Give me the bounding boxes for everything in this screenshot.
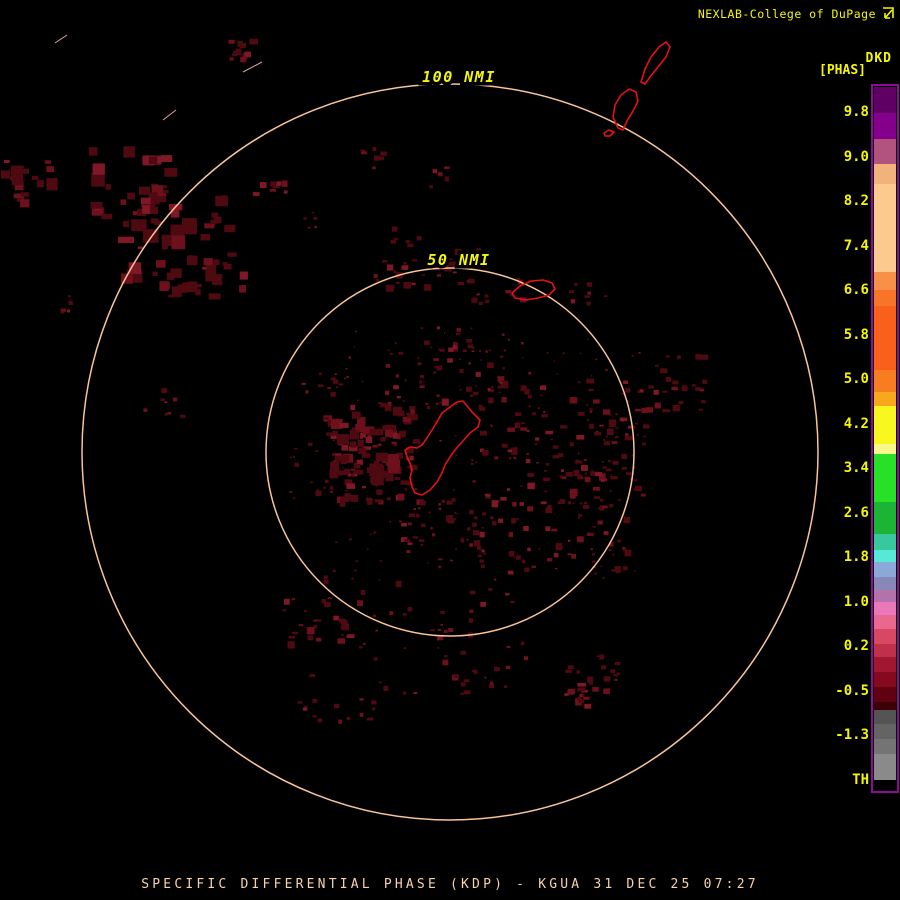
colorbar-tick: 2.6	[843, 504, 869, 521]
colorbar-segment	[874, 306, 896, 370]
colorbar-segment	[874, 602, 896, 615]
colorbar-segment	[874, 502, 896, 534]
colorbar-tick: 4.2	[843, 415, 869, 432]
range-ring	[81, 83, 819, 821]
colorbar-segment	[874, 164, 896, 184]
colorbar-segment	[874, 272, 896, 290]
colorbar-segment	[874, 290, 896, 306]
colorbar-segment	[874, 754, 896, 780]
colorbar-segment	[874, 739, 896, 754]
colorbar-segment	[874, 590, 896, 602]
colorbar-segment	[874, 724, 896, 739]
colorbar-segment	[874, 780, 896, 790]
colorbar-tick: 6.6	[843, 282, 869, 298]
colorbar-tick: 0.2	[843, 638, 869, 654]
colorbar-segments	[874, 87, 896, 790]
colorbar-segment	[874, 577, 896, 590]
colorbar-tick: 1.8	[843, 549, 869, 565]
site-title: NEXLAB-College of DuPage	[697, 7, 876, 21]
radar-screen: 100 NMI 50 NMI NEXLAB-College of DuPage D…	[0, 0, 900, 900]
colorbar-segment	[874, 454, 896, 502]
colorbar-tick: 9.8	[843, 104, 869, 120]
colorbar-segment	[874, 550, 896, 562]
colorbar	[871, 84, 899, 793]
island-outline-tinian	[612, 88, 639, 131]
radar-map: 100 NMI 50 NMI	[0, 34, 819, 821]
range-rings	[81, 83, 819, 821]
radar-echoes	[0, 38, 709, 724]
colorbar-tick: 8.2	[843, 193, 869, 209]
colorbar-segment	[874, 629, 896, 644]
island-outline-saipan	[640, 41, 671, 85]
colorbar-segment	[874, 702, 896, 710]
colorbar-segment	[874, 113, 896, 139]
colorbar-tick: TH	[852, 771, 869, 788]
product-caption: SPECIFIC DIFFERENTIAL PHASE (KDP) - KGUA…	[141, 877, 759, 892]
colorbar-segment	[874, 184, 896, 272]
island-outline-aguijan	[603, 129, 615, 137]
colorbar-segment	[874, 534, 896, 550]
colorbar-tick: 1.0	[843, 593, 869, 610]
colorbar-tick: -1.3	[835, 727, 869, 743]
colorbar-segment	[874, 615, 896, 629]
colorbar-segment	[874, 87, 896, 113]
colorbar-segment	[874, 370, 896, 392]
colorbar-segment	[874, 392, 896, 406]
colorbar-segment	[874, 657, 896, 672]
colorbar-tick: 9.0	[843, 148, 869, 165]
colorbar-tick: -0.5	[835, 682, 869, 699]
colorbar-segment	[874, 687, 896, 702]
range-ring-label: 100 NMI	[422, 68, 496, 86]
units-label: [PHAS]	[819, 63, 866, 78]
range-ring	[265, 267, 635, 637]
colorbar-segment	[874, 139, 896, 164]
site-header: NEXLAB-College of DuPage	[698, 6, 896, 22]
colorbar-tick: 5.0	[843, 371, 869, 387]
colorbar-segment	[874, 444, 896, 454]
cod-arrow-box-icon	[883, 7, 894, 19]
colorbar-tick: 7.4	[843, 237, 869, 254]
colorbar-segment	[874, 644, 896, 657]
colorbar-segment	[874, 562, 896, 577]
colorbar-tick: 5.8	[843, 326, 869, 343]
colorbar-tick: 3.4	[843, 460, 869, 476]
range-ring-label: 50 NMI	[427, 251, 490, 269]
colorbar-segment	[874, 406, 896, 444]
map-boundary-lines	[54, 34, 263, 121]
colorbar-segment	[874, 710, 896, 724]
colorbar-segment	[874, 672, 896, 687]
product-code: DKD	[865, 51, 892, 66]
